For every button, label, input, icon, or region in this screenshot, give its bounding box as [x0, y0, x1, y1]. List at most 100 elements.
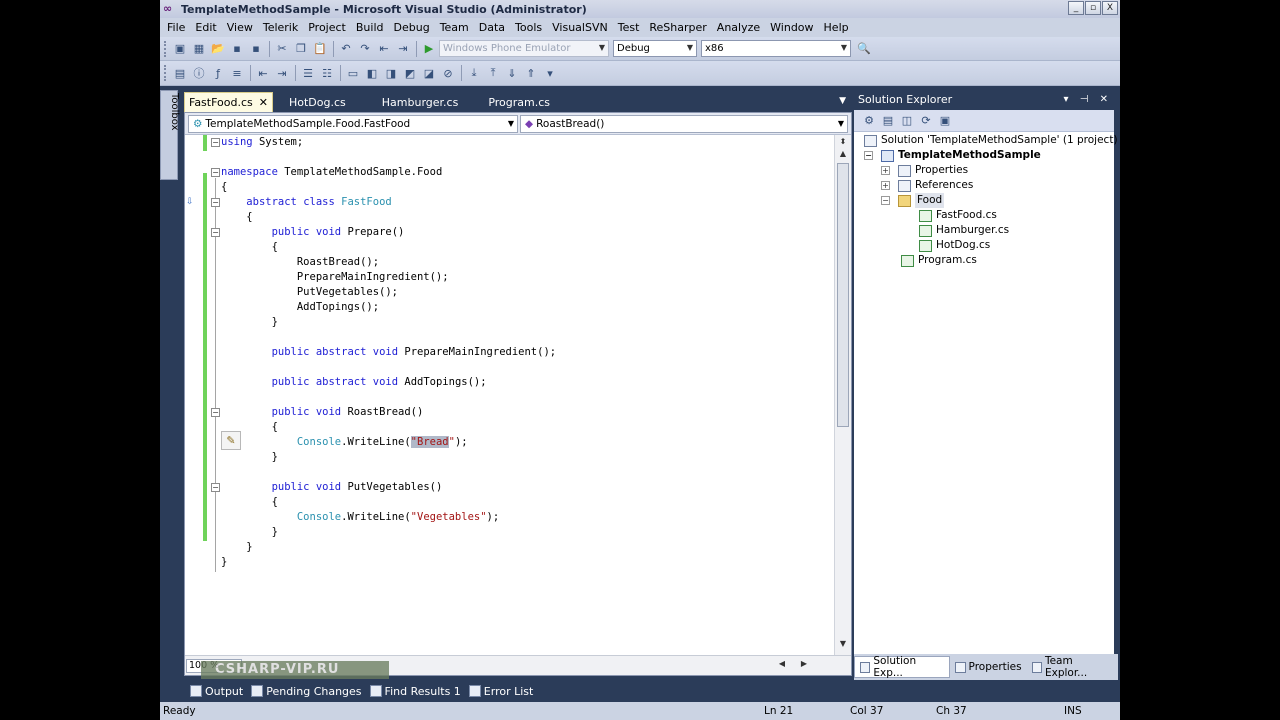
scroll-right-icon[interactable]: ▶	[797, 659, 811, 672]
scroll-down-icon[interactable]: ▼	[836, 639, 850, 652]
active-files-dropdown-icon[interactable]: ▼	[839, 96, 846, 106]
menu-file[interactable]: File	[162, 21, 190, 34]
indicator-margin[interactable]: ⇩	[185, 135, 203, 663]
solution-platform-combo[interactable]: x86 ▼	[701, 40, 851, 57]
menu-edit[interactable]: Edit	[190, 21, 221, 34]
decrease-indent-icon[interactable]: ⇤	[254, 64, 272, 82]
tree-node-fastfood-cs[interactable]: FastFood.cs	[919, 208, 997, 223]
solution-tree[interactable]: Solution 'TemplateMethodSample' (1 proje…	[854, 132, 1118, 654]
object-browser-icon[interactable]: ▤	[171, 64, 189, 82]
menu-build[interactable]: Build	[351, 21, 389, 34]
collapse-icon[interactable]: −	[211, 483, 220, 492]
menu-visualsvn[interactable]: VisualSVN	[547, 21, 613, 34]
clear-bookmarks-icon[interactable]: ⊘	[439, 64, 457, 82]
close-icon[interactable]: ✕	[259, 96, 268, 109]
navigate-forward-icon[interactable]: ⇥	[394, 40, 412, 58]
properties-icon[interactable]: ⚙	[860, 112, 878, 130]
collapse-icon[interactable]: −	[881, 196, 890, 205]
redo-icon[interactable]: ↷	[356, 40, 374, 58]
tree-node-properties[interactable]: + Properties	[881, 163, 968, 178]
panel-controls[interactable]: ▾ ⊣ ✕	[1064, 90, 1112, 110]
new-project-icon[interactable]: ▣	[171, 40, 189, 58]
open-file-icon[interactable]: 📂	[209, 40, 227, 58]
undo-icon[interactable]: ↶	[337, 40, 355, 58]
collapse-icon[interactable]: −	[211, 198, 220, 207]
step-into-icon[interactable]: ⤓	[465, 64, 483, 82]
collapse-icon[interactable]: −	[864, 151, 873, 160]
show-all-files-icon[interactable]: ▤	[879, 112, 897, 130]
toolbox-tab[interactable]: Toolbox	[160, 90, 180, 180]
scroll-thumb[interactable]	[837, 163, 849, 427]
view-code-icon[interactable]: ◫	[898, 112, 916, 130]
tree-node-food-folder[interactable]: − Food	[881, 193, 945, 208]
tab-solution-explorer[interactable]: Solution Exp...	[854, 655, 950, 679]
save-icon[interactable]: ▪	[228, 40, 246, 58]
navigate-backward-icon[interactable]: ⇤	[375, 40, 393, 58]
increase-indent-icon[interactable]: ⇥	[273, 64, 291, 82]
scroll-left-icon[interactable]: ◀	[775, 659, 789, 672]
tab-team-explorer[interactable]: Team Explor...	[1027, 655, 1118, 679]
prev-bookmark-icon[interactable]: ◧	[363, 64, 381, 82]
menu-data[interactable]: Data	[474, 21, 510, 34]
prev-bookmark-folder-icon[interactable]: ◩	[401, 64, 419, 82]
toolbar-grip[interactable]	[164, 40, 167, 57]
toggle-bookmark-icon[interactable]: ▭	[344, 64, 362, 82]
complete-word-icon[interactable]: ≡	[228, 64, 246, 82]
tab-output[interactable]: Output	[190, 685, 243, 698]
start-debugging-icon[interactable]: ▶	[420, 40, 438, 58]
menu-analyze[interactable]: Analyze	[712, 21, 765, 34]
expand-icon[interactable]: +	[881, 181, 890, 190]
menu-telerik[interactable]: Telerik	[258, 21, 303, 34]
members-combo[interactable]: ◆ RoastBread() ▼	[520, 115, 848, 133]
next-bookmark-folder-icon[interactable]: ◪	[420, 64, 438, 82]
types-combo[interactable]: ⚙ TemplateMethodSample.Food.FastFood ▼	[188, 115, 518, 133]
toolbar-grip[interactable]	[164, 65, 167, 81]
minimize-button[interactable]: _	[1068, 1, 1084, 15]
edit-smart-tag-icon[interactable]: ✎	[221, 431, 241, 450]
menu-project[interactable]: Project	[303, 21, 351, 34]
inheritance-glyph-icon[interactable]: ⇩	[186, 197, 194, 207]
paste-icon[interactable]: 📋	[311, 40, 329, 58]
toolbar-options-icon[interactable]: ▾	[541, 64, 559, 82]
tree-node-hotdog-cs[interactable]: HotDog.cs	[919, 238, 990, 253]
tab-hamburger-cs[interactable]: Hamburger.cs	[378, 92, 469, 112]
step-out-icon[interactable]: ⤒	[484, 64, 502, 82]
code-editor[interactable]: ⚙ TemplateMethodSample.Food.FastFood ▼ ◆…	[184, 112, 852, 676]
scroll-up-icon[interactable]: ▲	[836, 149, 850, 162]
tree-node-solution[interactable]: Solution 'TemplateMethodSample' (1 proje…	[864, 133, 1118, 148]
menu-debug[interactable]: Debug	[389, 21, 435, 34]
collapse-icon[interactable]: −	[211, 168, 220, 177]
code-text[interactable]: using System; namespace TemplateMethodSa…	[221, 135, 815, 663]
tab-hotdog-cs[interactable]: HotDog.cs	[285, 92, 356, 112]
tab-fastfood-cs[interactable]: FastFood.cs ✕	[184, 92, 273, 112]
tree-node-hamburger-cs[interactable]: Hamburger.cs	[919, 223, 1009, 238]
menu-window[interactable]: Window	[765, 21, 818, 34]
solution-configuration-combo[interactable]: Debug ▼	[613, 40, 697, 57]
find-in-files-icon[interactable]: 🔍	[855, 40, 873, 58]
move-down-icon[interactable]: ⇓	[503, 64, 521, 82]
view-class-diagram-icon[interactable]: ▣	[936, 112, 954, 130]
menu-tools[interactable]: Tools	[510, 21, 547, 34]
tree-node-project[interactable]: − TemplateMethodSample	[864, 148, 1041, 163]
move-up-icon[interactable]: ⇑	[522, 64, 540, 82]
menu-team[interactable]: Team	[435, 21, 474, 34]
menu-resharper[interactable]: ReSharper	[644, 21, 711, 34]
close-button[interactable]: X	[1102, 1, 1118, 15]
expand-icon[interactable]: +	[881, 166, 890, 175]
tab-program-cs[interactable]: Program.cs	[484, 92, 560, 112]
parameter-info-icon[interactable]: ƒ	[209, 64, 227, 82]
deploy-target-combo[interactable]: Windows Phone Emulator ▼	[439, 40, 609, 57]
cut-icon[interactable]: ✂	[273, 40, 291, 58]
tab-find-results[interactable]: Find Results 1	[369, 685, 461, 698]
save-all-icon[interactable]: ▪	[247, 40, 265, 58]
next-bookmark-icon[interactable]: ◨	[382, 64, 400, 82]
tree-node-program-cs[interactable]: Program.cs	[901, 253, 977, 268]
collapse-icon[interactable]: −	[211, 408, 220, 417]
menu-help[interactable]: Help	[819, 21, 854, 34]
tab-properties[interactable]: Properties	[950, 656, 1027, 678]
maximize-button[interactable]: ▫	[1085, 1, 1101, 15]
tab-error-list[interactable]: Error List	[468, 685, 533, 698]
tree-node-references[interactable]: + References	[881, 178, 973, 193]
refresh-icon[interactable]: ⟳	[917, 112, 935, 130]
copy-icon[interactable]: ❐	[292, 40, 310, 58]
